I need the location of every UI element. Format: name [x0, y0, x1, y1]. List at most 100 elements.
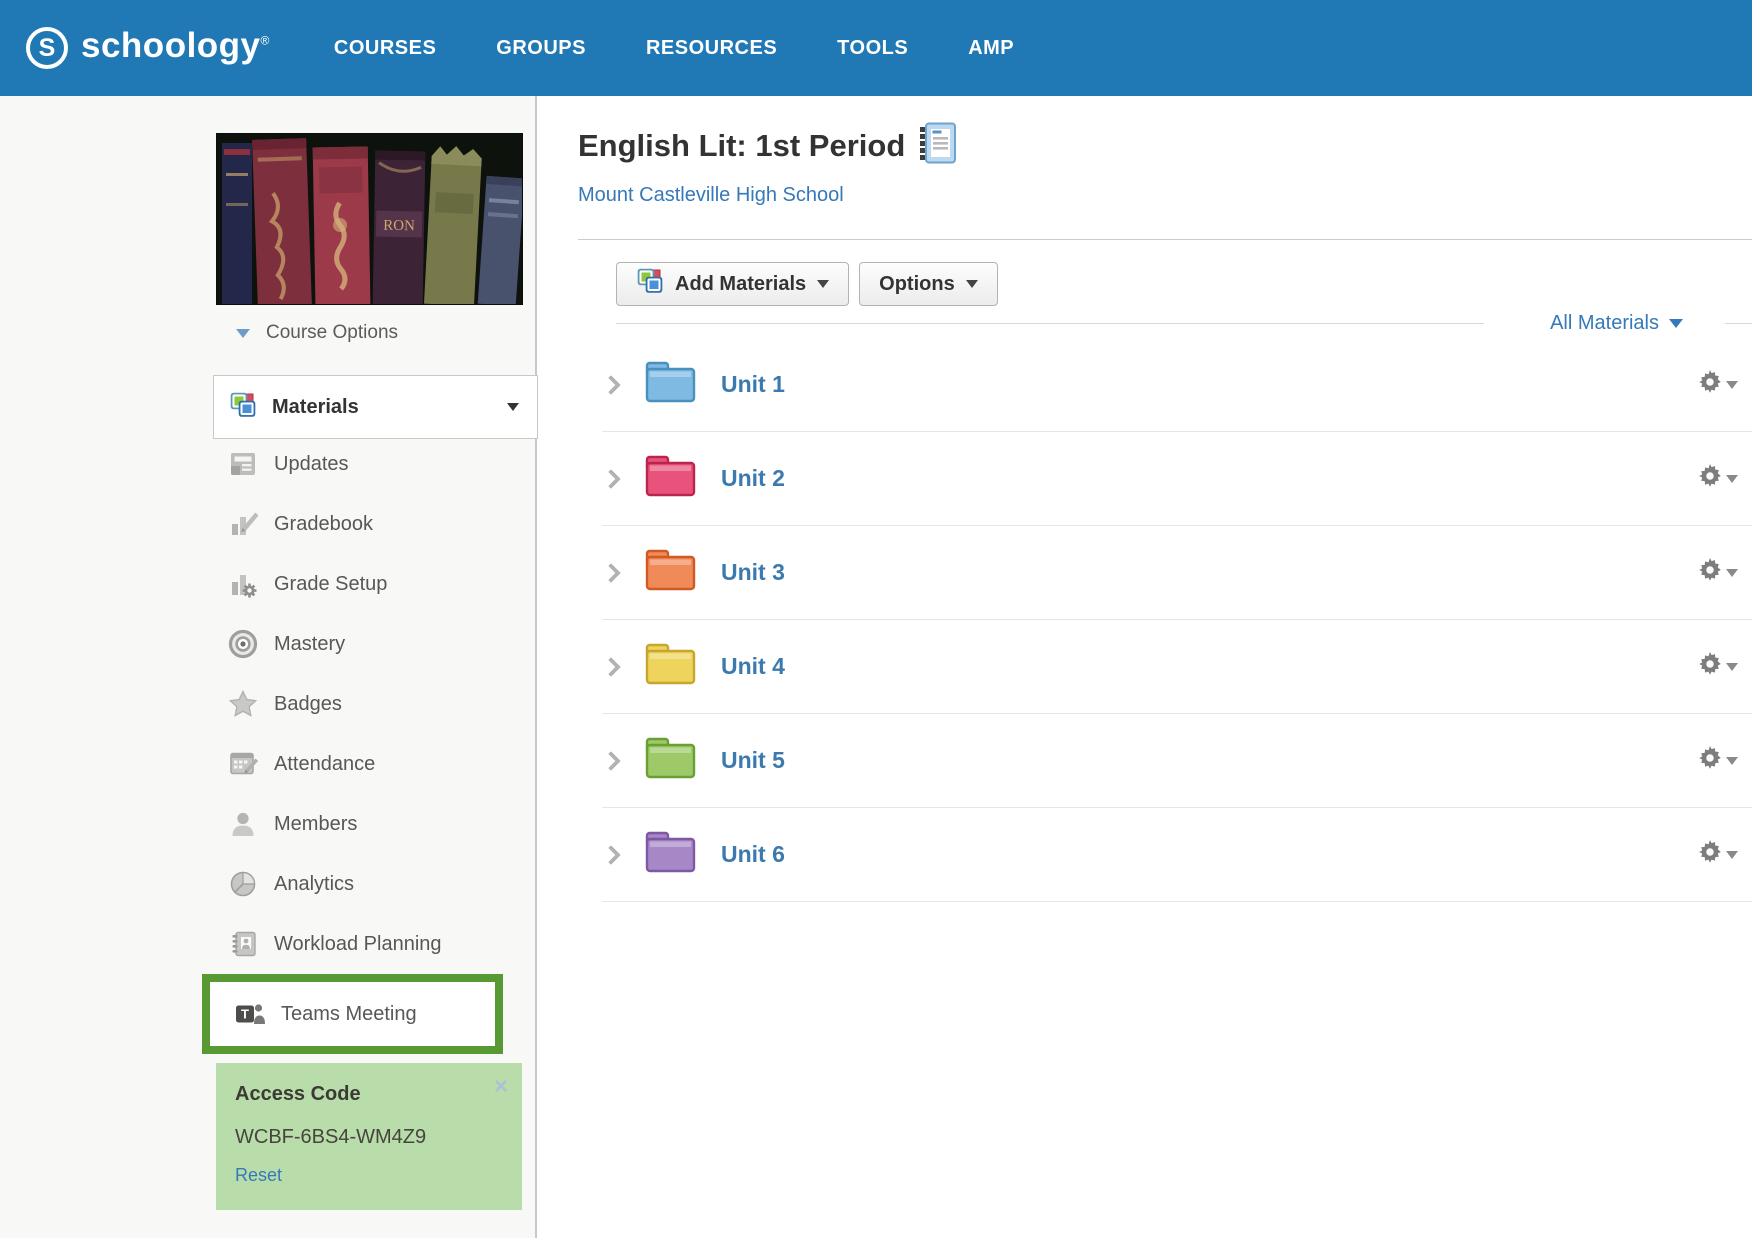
sidebar-item-label: Members [274, 813, 357, 836]
unit-row: Unit 3 [602, 526, 1752, 620]
expand-chevron-icon[interactable] [601, 469, 621, 489]
course-profile-image[interactable]: RON [216, 133, 523, 305]
materials-icon [636, 267, 664, 301]
svg-text:RON: RON [383, 218, 415, 235]
add-materials-button[interactable]: Add Materials [616, 262, 849, 306]
sidebar-item-label: Grade Setup [274, 573, 387, 596]
page-title: English Lit: 1st Period [578, 128, 905, 164]
expand-chevron-icon[interactable] [601, 751, 621, 771]
unit-options-menu[interactable] [1698, 652, 1738, 681]
access-code-reset-link[interactable]: Reset [235, 1165, 282, 1186]
unit-row: Unit 1 [602, 338, 1752, 432]
folder-icon[interactable] [644, 548, 697, 597]
unit-row: Unit 6 [602, 808, 1752, 902]
folder-icon[interactable] [644, 642, 697, 691]
sidebar-item-updates[interactable]: Updates [213, 434, 538, 494]
expand-chevron-icon[interactable] [601, 375, 621, 395]
folder-icon[interactable] [644, 360, 697, 409]
sidebar-item-label: Badges [274, 693, 342, 716]
all-materials-filter[interactable]: All Materials [1550, 312, 1659, 335]
options-button[interactable]: Options [859, 262, 998, 306]
analytics-icon [227, 869, 259, 899]
course-materials-main: English Lit: 1st Period Mount Castlevill… [539, 96, 1752, 1238]
expand-chevron-icon[interactable] [601, 563, 621, 583]
sidebar-item-gradebook[interactable]: Gradebook [213, 494, 538, 554]
brand-name: schoology® [81, 26, 270, 66]
unit-row: Unit 2 [602, 432, 1752, 526]
sidebar-item-members[interactable]: Members [213, 794, 538, 854]
nav-item-tools[interactable]: TOOLS [837, 37, 908, 60]
badges-icon [227, 689, 259, 719]
unit-link[interactable]: Unit 6 [721, 841, 785, 868]
materials-filter-row: All Materials [616, 308, 1752, 338]
materials-label: Materials [272, 396, 359, 419]
divider [616, 323, 1484, 324]
members-icon [227, 809, 259, 839]
school-link[interactable]: Mount Castleville High School [578, 184, 844, 207]
chevron-down-icon [236, 329, 250, 338]
sidebar-item-label: Workload Planning [274, 933, 442, 956]
nav-item-resources[interactable]: RESOURCES [646, 37, 777, 60]
nav-item-amp[interactable]: AMP [968, 37, 1014, 60]
sidebar-item-label: Attendance [274, 753, 375, 776]
sidebar-item-attendance[interactable]: Attendance [213, 734, 538, 794]
mastery-icon [227, 629, 259, 659]
schoology-s-icon: S [26, 27, 68, 69]
unit-options-menu[interactable] [1698, 464, 1738, 493]
nav-item-courses[interactable]: COURSES [334, 37, 436, 60]
divider [1725, 323, 1752, 324]
materials-icon [229, 391, 257, 424]
materials-toolbar: Add Materials Options [616, 262, 998, 306]
sidebar-item-badges[interactable]: Badges [213, 674, 538, 734]
sidebar-item-mastery[interactable]: Mastery [213, 614, 538, 674]
sidebar-item-analytics[interactable]: Analytics [213, 854, 538, 914]
folder-icon[interactable] [644, 830, 697, 879]
unit-link[interactable]: Unit 1 [721, 371, 785, 398]
close-icon[interactable]: × [494, 1075, 508, 1099]
sidebar-item-label: Updates [274, 453, 349, 476]
workload-planning-icon [227, 929, 259, 959]
nav-item-groups[interactable]: GROUPS [496, 37, 586, 60]
unit-row: Unit 4 [602, 620, 1752, 714]
chevron-down-icon [507, 403, 519, 411]
sidebar-item-teams-meeting[interactable]: T Teams Meeting [202, 974, 503, 1054]
attendance-icon [227, 749, 259, 779]
unit-link[interactable]: Unit 2 [721, 465, 785, 492]
course-options-toggle[interactable]: Course Options [236, 322, 398, 344]
sidebar-item-label: Gradebook [274, 513, 373, 536]
sidebar-item-label: Mastery [274, 633, 345, 656]
sidebar-item-label: Analytics [274, 873, 354, 896]
unit-link[interactable]: Unit 5 [721, 747, 785, 774]
notebook-icon [919, 122, 957, 169]
sidebar-item-materials[interactable]: Materials [213, 375, 538, 439]
folder-icon[interactable] [644, 454, 697, 503]
unit-options-menu[interactable] [1698, 840, 1738, 869]
sidebar-item-grade-setup[interactable]: Grade Setup [213, 554, 538, 614]
gear-icon [1698, 652, 1722, 681]
gear-icon [1698, 558, 1722, 587]
unit-options-menu[interactable] [1698, 558, 1738, 587]
chevron-down-icon[interactable] [1669, 319, 1683, 328]
sidebar-item-label: Teams Meeting [281, 1003, 417, 1026]
teams-icon: T [234, 999, 266, 1029]
gear-icon [1698, 464, 1722, 493]
access-code-title: Access Code [235, 1083, 504, 1106]
access-code-value: WCBF-6BS4-WM4Z9 [235, 1126, 504, 1149]
expand-chevron-icon[interactable] [601, 657, 621, 677]
top-navbar: S schoology® COURSES GROUPS RESOURCES TO… [0, 0, 1752, 96]
chevron-down-icon [817, 280, 829, 288]
sidebar-item-workload-planning[interactable]: Workload Planning [213, 914, 538, 974]
gear-icon [1698, 840, 1722, 869]
folder-icon[interactable] [644, 736, 697, 785]
expand-chevron-icon[interactable] [601, 845, 621, 865]
unit-link[interactable]: Unit 3 [721, 559, 785, 586]
options-label: Options [879, 273, 955, 296]
unit-link[interactable]: Unit 4 [721, 653, 785, 680]
schoology-course-page: S schoology® COURSES GROUPS RESOURCES TO… [0, 0, 1752, 1238]
svg-text:T: T [241, 1007, 249, 1022]
unit-options-menu[interactable] [1698, 746, 1738, 775]
unit-options-menu[interactable] [1698, 370, 1738, 399]
gradebook-icon [227, 509, 259, 539]
schoology-logo[interactable]: S schoology® [26, 27, 270, 69]
access-code-panel: Access Code × WCBF-6BS4-WM4Z9 Reset [216, 1063, 522, 1210]
